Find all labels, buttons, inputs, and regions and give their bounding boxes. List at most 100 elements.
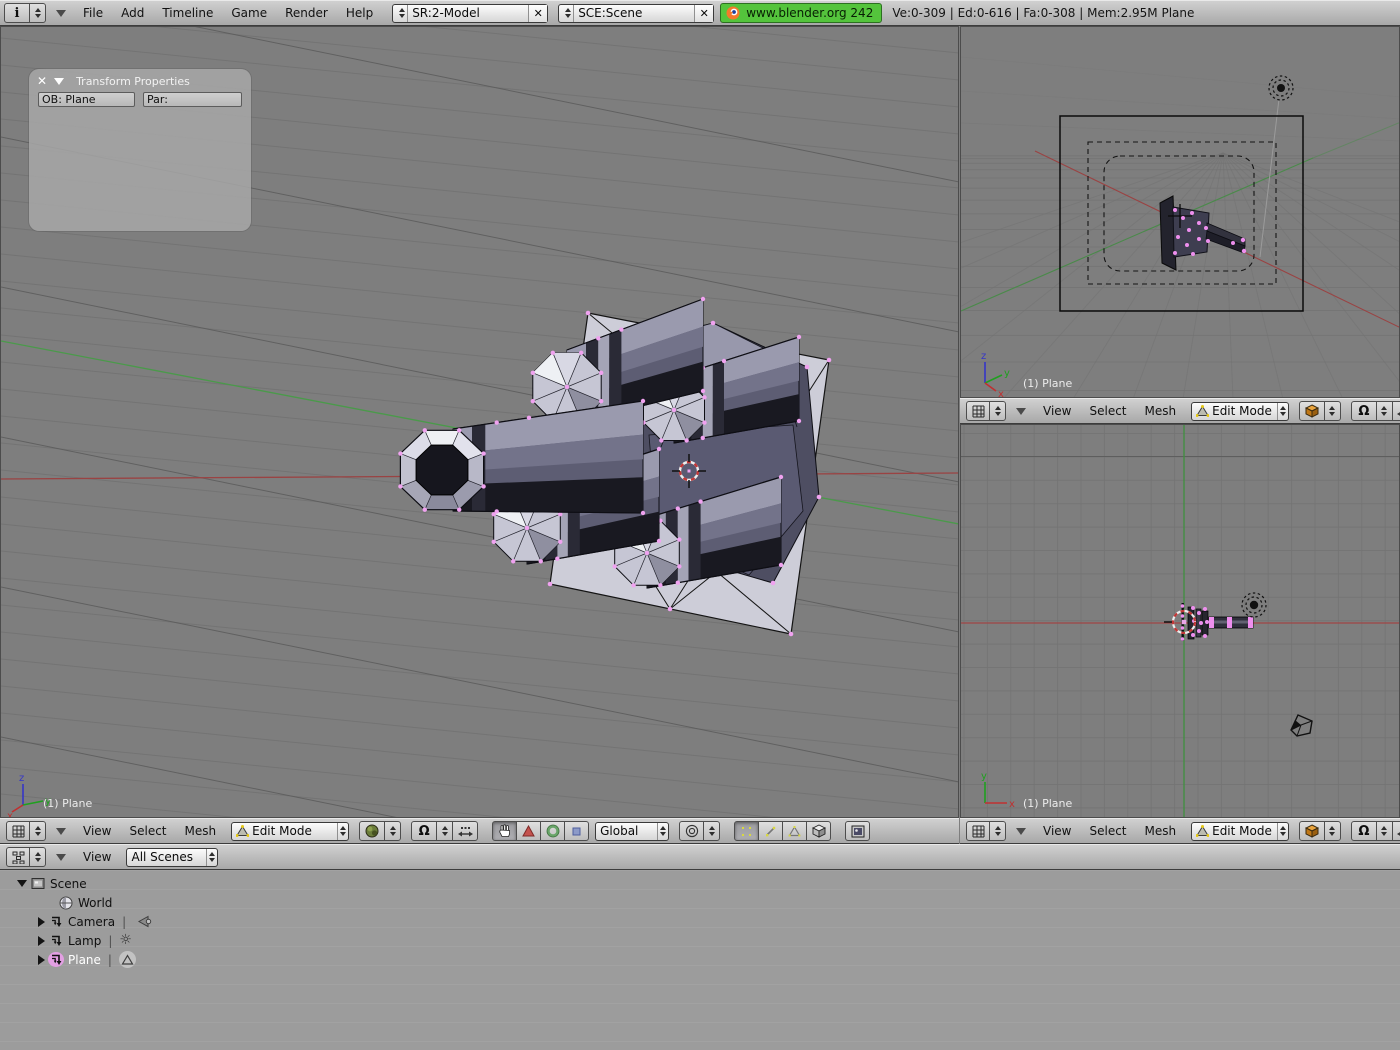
mode-dropdown-value: Edit Mode [1212,404,1272,418]
window-type-button[interactable] [966,401,1006,421]
version-button[interactable]: www.blender.org 242 [720,3,882,23]
edit-mode-icon [236,825,249,837]
gun-center-barrel-mesh[interactable] [398,399,645,515]
vertex-select-mode-button[interactable] [734,821,759,841]
parent-field[interactable]: Par: [143,92,242,107]
mode-dropdown-value: Edit Mode [252,824,332,838]
panel-collapse-icon[interactable] [54,78,64,85]
menu-select[interactable]: Select [1080,404,1135,418]
proportional-edit-button[interactable] [679,821,704,841]
menu-add[interactable]: Add [112,6,153,20]
shaded-draw-icon [365,824,379,838]
menu-view[interactable]: View [74,824,120,838]
menu-view[interactable]: View [1034,404,1080,418]
mode-dropdown[interactable]: Edit Mode [1191,402,1289,421]
scene-close-button[interactable]: ✕ [694,5,713,22]
outliner-row-lamp[interactable]: Lamp | ☼ [0,931,1400,950]
header-collapse-icon[interactable] [56,854,66,861]
edit-mode-icon [1196,825,1209,837]
translate-toggle[interactable] [516,821,541,841]
menu-game[interactable]: Game [222,6,276,20]
scale-toggle[interactable] [564,821,589,841]
outliner-label: Camera [68,915,115,929]
expand-icon[interactable] [38,917,45,927]
menu-timeline[interactable]: Timeline [153,6,222,20]
window-type-button[interactable] [6,847,46,867]
outliner-window-icon [12,851,25,864]
pivot-dropdown[interactable]: Ω [1351,821,1377,841]
expand-icon[interactable] [38,936,45,946]
render-preview-button[interactable] [845,821,870,841]
outliner-row-world[interactable]: World [0,893,1400,912]
edit-mode-icon [1196,405,1209,417]
header-collapse-icon[interactable] [1016,828,1026,835]
top-viewport-header: View Select Mesh Edit Mode Ω [960,818,1400,844]
main-3d-viewport[interactable]: ✕ Transform Properties OB: Plane Par: z … [0,26,959,818]
camera-viewport[interactable]: z y x (1) Plane [960,26,1400,398]
scenes-dropdown[interactable]: All Scenes [126,848,218,867]
screen-close-button[interactable]: ✕ [528,5,547,22]
edge-select-mode-button[interactable] [758,821,783,841]
menu-view[interactable]: View [1034,824,1080,838]
draw-type-dropdown[interactable] [359,821,401,841]
scene-icon [30,876,46,891]
outliner-row-camera[interactable]: Camera | [0,912,1400,931]
blender-logo-icon [725,5,741,21]
menu-file[interactable]: File [74,6,112,20]
manipulator-hand-toggle[interactable] [492,821,517,841]
face-select-mode-button[interactable] [782,821,807,841]
menu-render[interactable]: Render [276,6,337,20]
menu-help[interactable]: Help [337,6,382,20]
screen-selector[interactable]: SR:2-Model ✕ [392,4,548,23]
expand-icon[interactable] [38,955,45,965]
pivot-icon: Ω [1358,404,1369,419]
scene-selector[interactable]: SCE:Scene ✕ [558,4,714,23]
header-collapse-icon[interactable] [56,10,66,17]
outliner-row-plane[interactable]: Plane | [0,950,1400,969]
outliner-label: Scene [50,877,87,891]
object-name-field[interactable]: OB: Plane [38,92,135,107]
lamp-object[interactable] [1242,593,1266,617]
menu-view[interactable]: View [74,850,120,864]
draw-type-dropdown[interactable] [1299,401,1341,421]
main-view-label: (1) Plane [43,797,92,810]
orientation-dropdown[interactable]: Global [595,822,669,841]
menu-mesh[interactable]: Mesh [1136,404,1186,418]
outliner-label: World [78,896,112,910]
top-viewport[interactable]: y x (1) Plane [960,424,1400,818]
camera-object[interactable] [1291,715,1312,736]
object-icon-selected [48,952,64,967]
mode-dropdown[interactable]: Edit Mode [231,822,349,841]
camera-data-icon [136,914,152,929]
object-icon [48,914,64,929]
pivot-dropdown[interactable]: Ω [1351,401,1377,421]
pivot-dropdown[interactable]: Ω [411,821,437,841]
manipulator-button[interactable] [452,821,478,841]
solid-draw-icon [1305,404,1319,418]
mode-dropdown[interactable]: Edit Mode [1191,822,1289,841]
window-type-button[interactable]: i [4,3,46,23]
window-type-button[interactable] [6,821,46,841]
outliner-row-scene[interactable]: Scene [0,874,1400,893]
lamp-object[interactable] [1269,76,1293,100]
menu-mesh[interactable]: Mesh [176,824,226,838]
menu-select[interactable]: Select [120,824,175,838]
manipulator-button[interactable] [1392,821,1400,841]
window-type-button[interactable] [966,821,1006,841]
header-collapse-icon[interactable] [1016,408,1026,415]
occlude-geometry-button[interactable] [806,821,831,841]
panel-close-icon[interactable]: ✕ [37,74,47,88]
menu-select[interactable]: Select [1080,824,1135,838]
transform-properties-panel[interactable]: ✕ Transform Properties OB: Plane Par: [29,69,251,231]
draw-type-dropdown[interactable] [1299,821,1341,841]
panel-title: Transform Properties [76,75,190,88]
separator: | [122,915,126,929]
menu-mesh[interactable]: Mesh [1136,824,1186,838]
expand-icon[interactable] [17,880,27,887]
translate-manipulator-icon [458,825,473,838]
manipulator-button[interactable] [1392,401,1400,421]
rotate-toggle[interactable] [540,821,565,841]
3d-view-icon [972,405,985,418]
header-collapse-icon[interactable] [56,828,66,835]
gun-mesh-top-view[interactable] [1181,603,1253,641]
